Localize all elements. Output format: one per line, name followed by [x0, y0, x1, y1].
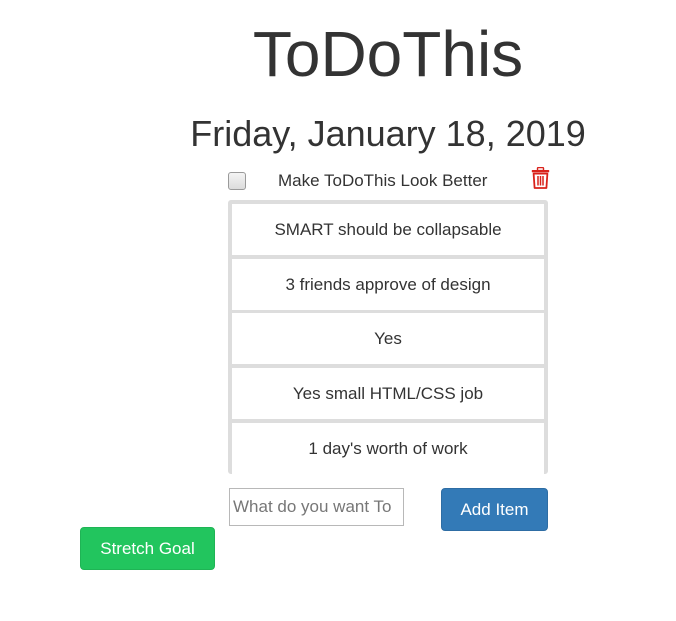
app-title: ToDoThis: [252, 18, 524, 90]
todo-app: ToDoThis Friday, January 18, 2019 Make T…: [0, 0, 676, 621]
todo-item: Make ToDoThis Look Better: [228, 166, 550, 196]
smart-item-measurable: 3 friends approve of design: [232, 259, 544, 310]
stretch-goal-button[interactable]: Stretch Goal: [80, 527, 215, 570]
smart-item-specific: SMART should be collapsable: [232, 204, 544, 255]
new-item-input[interactable]: [229, 488, 404, 526]
date-heading: Friday, January 18, 2019: [190, 113, 586, 154]
trash-icon[interactable]: [531, 166, 550, 189]
smart-item-relevant: Yes small HTML/CSS job: [232, 368, 544, 419]
smart-criteria-list: SMART should be collapsable 3 friends ap…: [228, 200, 548, 474]
smart-item-achievable: Yes: [232, 313, 544, 364]
todo-label: Make ToDoThis Look Better: [278, 171, 488, 190]
add-item-button[interactable]: Add Item: [441, 488, 548, 531]
smart-item-time-bound: 1 day's worth of work: [232, 423, 544, 474]
todo-checkbox[interactable]: [228, 172, 246, 190]
